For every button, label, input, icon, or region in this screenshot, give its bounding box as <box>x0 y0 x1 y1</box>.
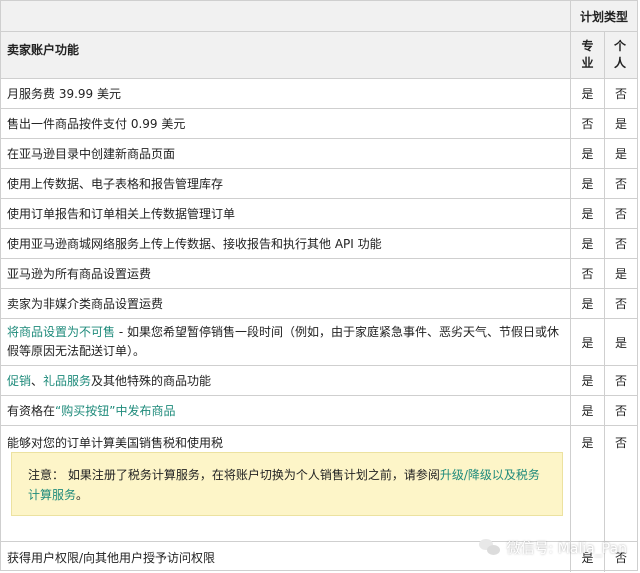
seller-plan-table: 计划类型 卖家账户功能 专业 个人 月服务费 39.99 美元 是 否 售出一件… <box>0 0 638 572</box>
table-row: 使用亚马逊商城网络服务上传上传数据、接收报告和执行其他 API 功能 是 否 <box>1 229 637 259</box>
individual-cell: 否 <box>614 374 627 388</box>
tax-note-suffix: 。 <box>76 488 89 502</box>
pro-cell: 是 <box>571 229 605 258</box>
feature-cell: 使用上传数据、电子表格和报告管理库存 <box>1 169 571 198</box>
pro-cell: 否 <box>571 259 605 288</box>
pro-cell: 否 <box>571 109 605 138</box>
pro-cell: 是 <box>571 139 605 168</box>
table-row: 使用订单报告和订单相关上传数据管理订单 是 否 <box>1 199 637 229</box>
table-row: 能够对您的订单计算美国销售税和使用税 注意： 如果注册了税务计算服务，在将账户切… <box>1 426 637 542</box>
individual-cell: 是 <box>614 267 627 281</box>
feature-cell: 促销、礼品服务 及其他特殊的商品功能 <box>1 366 571 395</box>
header-empty-cell <box>1 1 571 31</box>
feature-cell: 有资格在 “购买按钮”中发布商品 <box>1 396 571 425</box>
feature-cell: 将商品设置为不可售 - 如果您希望暂停销售一段时间（例如，由于家庭紧急事件、恶劣… <box>1 319 571 365</box>
pro-cell: 是 <box>571 289 605 318</box>
table-row: 在亚马逊目录中创建新商品页面 是 是 <box>1 139 637 169</box>
separator-text: 、 <box>31 374 44 388</box>
wechat-icon <box>478 539 501 557</box>
feature-column-header: 卖家账户功能 <box>1 32 571 78</box>
watermark-text: 微信号: Malia_Pan <box>506 541 627 557</box>
feature-cell: 使用订单报告和订单相关上传数据管理订单 <box>1 199 571 228</box>
table-row: 将商品设置为不可售 - 如果您希望暂停销售一段时间（例如，由于家庭紧急事件、恶劣… <box>1 319 637 366</box>
table-row: 售出一件商品按件支付 0.99 美元 否 是 <box>1 109 637 139</box>
pro-cell: 是 <box>571 426 605 541</box>
feature-cell: 在亚马逊目录中创建新商品页面 <box>1 139 571 168</box>
table-row: 亚马逊为所有商品设置运费 否 是 <box>1 259 637 289</box>
pro-column-header: 专业 <box>581 39 594 70</box>
feature-cell: 月服务费 39.99 美元 <box>1 79 571 108</box>
pro-cell: 是 <box>571 199 605 228</box>
pro-cell: 是 <box>571 169 605 198</box>
wechat-watermark: 微信号: Malia_Pan <box>478 538 627 558</box>
table-row: 有资格在 “购买按钮”中发布商品 是 否 <box>1 396 637 426</box>
individual-cell: 否 <box>614 87 627 101</box>
individual-cell: 否 <box>614 297 627 311</box>
tax-note-prefix: 注意： 如果注册了税务计算服务，在将账户切换为个人销售计划之前，请参阅 <box>28 468 440 482</box>
buybox-description: 有资格在 <box>7 404 56 418</box>
individual-cell: 否 <box>614 404 627 418</box>
table-row: 使用上传数据、电子表格和报告管理库存 是 否 <box>1 169 637 199</box>
promo-description: 及其他特殊的商品功能 <box>91 374 212 388</box>
individual-column-header: 个人 <box>614 39 627 70</box>
feature-cell: 售出一件商品按件支付 0.99 美元 <box>1 109 571 138</box>
feature-cell: 亚马逊为所有商品设置运费 <box>1 259 571 288</box>
table-row: 促销、礼品服务 及其他特殊的商品功能 是 否 <box>1 366 637 396</box>
promotions-link[interactable]: 促销 <box>7 372 31 389</box>
feature-cell: 使用亚马逊商城网络服务上传上传数据、接收报告和执行其他 API 功能 <box>1 229 571 258</box>
table-row: 月服务费 39.99 美元 是 否 <box>1 79 637 109</box>
individual-cell: 是 <box>614 117 627 131</box>
individual-cell: 否 <box>614 436 627 450</box>
feature-cell: 能够对您的订单计算美国销售税和使用税 注意： 如果注册了税务计算服务，在将账户切… <box>1 426 571 541</box>
individual-cell: 是 <box>614 147 627 161</box>
buy-box-link[interactable]: “购买按钮”中发布商品 <box>55 402 175 419</box>
individual-cell: 否 <box>614 207 627 221</box>
pro-cell: 是 <box>571 396 605 425</box>
table-row: 卖家为非媒介类商品设置运费 是 否 <box>1 289 637 319</box>
pro-cell: 是 <box>571 79 605 108</box>
table-header-row: 计划类型 <box>1 1 637 32</box>
individual-cell: 是 <box>614 335 627 350</box>
gift-services-link[interactable]: 礼品服务 <box>43 372 91 389</box>
individual-cell: 否 <box>614 177 627 191</box>
feature-cell: 卖家为非媒介类商品设置运费 <box>1 289 571 318</box>
set-unavailable-link[interactable]: 将商品设置为不可售 <box>7 325 115 339</box>
table-subheader-row: 卖家账户功能 专业 个人 <box>1 32 637 79</box>
tax-note-box: 注意： 如果注册了税务计算服务，在将账户切换为个人销售计划之前，请参阅升级/降级… <box>11 452 563 516</box>
plan-type-header: 计划类型 <box>579 9 628 24</box>
tax-description: 能够对您的订单计算美国销售税和使用税 <box>7 436 224 450</box>
pro-cell: 是 <box>571 366 605 395</box>
individual-cell: 否 <box>614 237 627 251</box>
pro-cell: 是 <box>571 319 605 365</box>
